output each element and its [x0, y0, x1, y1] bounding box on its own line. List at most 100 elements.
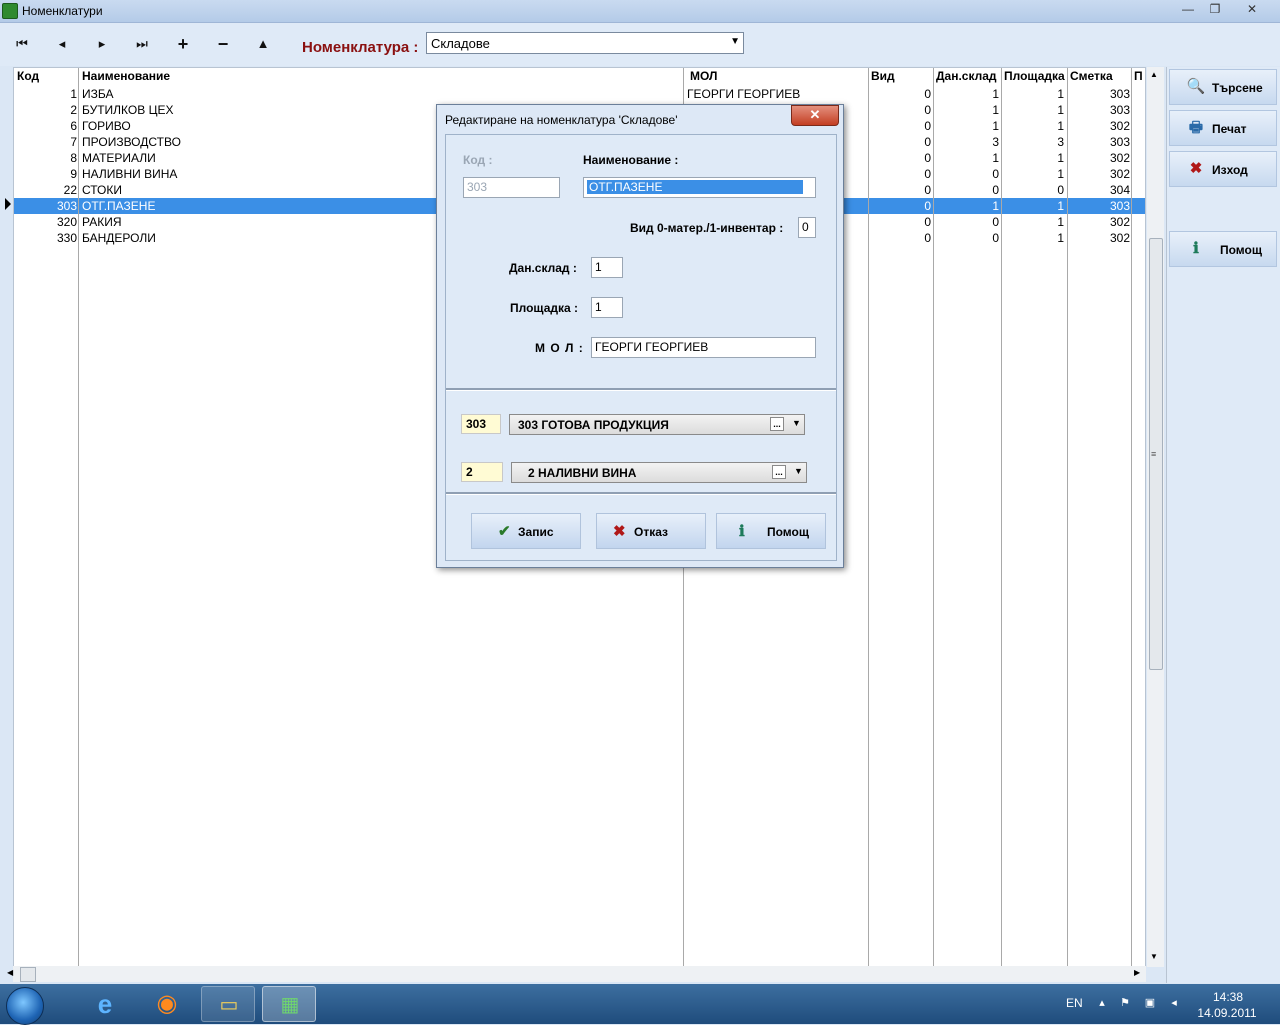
- close-window-button[interactable]: ✕: [1240, 1, 1264, 17]
- prev-record-button[interactable]: ◂: [51, 34, 73, 54]
- firefox-icon: ◉: [156, 990, 178, 1017]
- column-header-mol[interactable]: МОЛ: [690, 68, 866, 85]
- cell-ploshtadka: 1: [1057, 87, 1064, 101]
- help-icon: ℹ: [739, 523, 745, 540]
- cell-dan-sklad: 0: [992, 167, 999, 181]
- cell-smetka: 302: [1109, 215, 1130, 229]
- cell-dan-sklad: 1: [992, 119, 999, 133]
- taskbar-explorer[interactable]: ▭: [201, 986, 255, 1022]
- cell-ploshtadka: 1: [1057, 231, 1064, 245]
- column-header-kod[interactable]: Код: [17, 68, 77, 85]
- cell-dan-sklad: 0: [992, 231, 999, 245]
- horizontal-scrollbar[interactable]: [13, 966, 1146, 982]
- start-button[interactable]: [6, 987, 44, 1025]
- cell-dan-sklad: 1: [992, 199, 999, 213]
- last-record-button[interactable]: ⏭: [131, 34, 153, 54]
- column-header-dan-sklad[interactable]: Дан.склад: [936, 68, 1000, 85]
- type-combo-value: 2 НАЛИВНИ ВИНА: [528, 466, 637, 480]
- scroll-left-icon[interactable]: ◀: [7, 968, 13, 977]
- cancel-button-label: Отказ: [634, 525, 669, 539]
- exit-button-label: Изход: [1212, 163, 1248, 177]
- horizontal-scroll-thumb[interactable]: [20, 967, 36, 982]
- cell-smetka: 302: [1109, 167, 1130, 181]
- help-icon: ℹ: [1193, 240, 1199, 257]
- kod-field: 303: [463, 177, 560, 198]
- clock-date[interactable]: 14.09.2011: [1196, 1006, 1258, 1020]
- account-combo-value: 303 ГОТОВА ПРОДУКЦИЯ: [518, 418, 669, 432]
- scroll-right-icon[interactable]: ▶: [1134, 968, 1140, 977]
- language-indicator[interactable]: EN: [1066, 996, 1083, 1010]
- window-title: Номенклатури: [22, 4, 103, 18]
- cell-mol: ГЕОРГИ ГЕОРГИЕВ: [687, 87, 801, 101]
- exit-button[interactable]: ✖ Изход: [1169, 151, 1277, 187]
- cancel-button[interactable]: ✖ Отказ: [596, 513, 706, 549]
- cell-ploshtadka: 1: [1057, 167, 1064, 181]
- cell-kod: 320: [56, 215, 77, 229]
- search-button-label: Търсене: [1212, 81, 1263, 95]
- help-button[interactable]: ℹ Помощ: [1169, 231, 1277, 267]
- type-code-field[interactable]: 2: [461, 462, 503, 482]
- taskbar-ie[interactable]: e: [78, 986, 132, 1022]
- cell-vid: 0: [924, 135, 931, 149]
- table-row[interactable]: 1 ИЗБА ГЕОРГИ ГЕОРГИЕВ 0 1 1 303: [14, 86, 1145, 102]
- mol-field[interactable]: ГЕОРГИ ГЕОРГИЕВ: [591, 337, 816, 358]
- dialog-close-button[interactable]: ✕: [791, 105, 839, 126]
- name-label: Наименование :: [583, 153, 679, 167]
- type-lookup-button[interactable]: ...: [772, 465, 786, 479]
- first-record-button[interactable]: ⏮: [11, 34, 33, 54]
- dan-sklad-label: Дан.склад :: [509, 261, 577, 275]
- dialog-title: Редактиране на номенклатура 'Складове': [445, 113, 678, 127]
- window-title-bar[interactable]: [0, 0, 1280, 23]
- cell-dan-sklad: 1: [992, 151, 999, 165]
- save-button[interactable]: ✔ Запис: [471, 513, 581, 549]
- vid-field[interactable]: 0: [798, 217, 816, 238]
- ploshtadka-field[interactable]: 1: [591, 297, 623, 318]
- dan-sklad-field[interactable]: 1: [591, 257, 623, 278]
- chevron-down-icon: ▼: [730, 36, 740, 47]
- nomenclature-select[interactable]: Складове ▼: [426, 32, 744, 54]
- name-field[interactable]: ОТГ.ПАЗЕНЕ: [583, 177, 816, 198]
- cell-ploshtadka: 3: [1057, 135, 1064, 149]
- maximize-button[interactable]: ❐: [1203, 1, 1227, 17]
- print-button[interactable]: 🖶 Печат: [1169, 110, 1277, 146]
- cell-kod: 330: [56, 231, 77, 245]
- chevron-down-icon[interactable]: ▼: [794, 466, 803, 476]
- tray-expand-icon[interactable]: ▴: [1095, 997, 1109, 1009]
- dialog-help-button[interactable]: ℹ Помощ: [716, 513, 826, 549]
- scroll-up-icon[interactable]: ▲: [1150, 70, 1158, 79]
- cell-dan-sklad: 3: [992, 135, 999, 149]
- chevron-down-icon[interactable]: ▼: [792, 418, 801, 428]
- account-lookup-button[interactable]: ...: [770, 417, 784, 431]
- search-button[interactable]: 🔍 Търсене: [1169, 69, 1277, 105]
- cell-vid: 0: [924, 231, 931, 245]
- cell-kod: 6: [70, 119, 77, 133]
- column-header-vid[interactable]: Вид: [871, 68, 931, 85]
- add-record-button[interactable]: +: [172, 34, 194, 54]
- scroll-down-icon[interactable]: ▼: [1150, 952, 1158, 961]
- move-up-button[interactable]: ▲: [252, 34, 274, 54]
- column-header-p[interactable]: П: [1134, 68, 1145, 85]
- cell-smetka: 303: [1109, 103, 1130, 117]
- kod-label: Код :: [463, 153, 493, 167]
- column-header-smetka[interactable]: Сметка: [1070, 68, 1130, 85]
- cell-vid: 0: [924, 87, 931, 101]
- minimize-button[interactable]: —: [1176, 1, 1200, 17]
- cell-smetka: 303: [1109, 87, 1130, 101]
- cell-vid: 0: [924, 167, 931, 181]
- next-record-button[interactable]: ▸: [91, 34, 113, 54]
- taskbar-active-app[interactable]: ▦: [262, 986, 316, 1022]
- account-code-field[interactable]: 303: [461, 414, 501, 434]
- network-icon[interactable]: ▣: [1143, 997, 1157, 1009]
- column-header-ploshtadka[interactable]: Площадка: [1004, 68, 1066, 85]
- type-combo[interactable]: 2 НАЛИВНИ ВИНА ... ▼: [511, 462, 807, 483]
- taskbar-firefox[interactable]: ◉: [140, 986, 194, 1022]
- dialog-help-button-label: Помощ: [767, 525, 809, 539]
- clock-time[interactable]: 14:38: [1212, 990, 1244, 1004]
- delete-record-button[interactable]: −: [212, 34, 234, 54]
- column-header-name[interactable]: Наименование: [82, 68, 682, 85]
- exit-icon: ✖: [1189, 160, 1203, 177]
- flag-icon[interactable]: ⚑: [1118, 997, 1132, 1009]
- volume-icon[interactable]: ◂: [1167, 997, 1181, 1009]
- account-combo[interactable]: 303 ГОТОВА ПРОДУКЦИЯ ... ▼: [509, 414, 805, 435]
- cell-name: ИЗБА: [82, 87, 114, 101]
